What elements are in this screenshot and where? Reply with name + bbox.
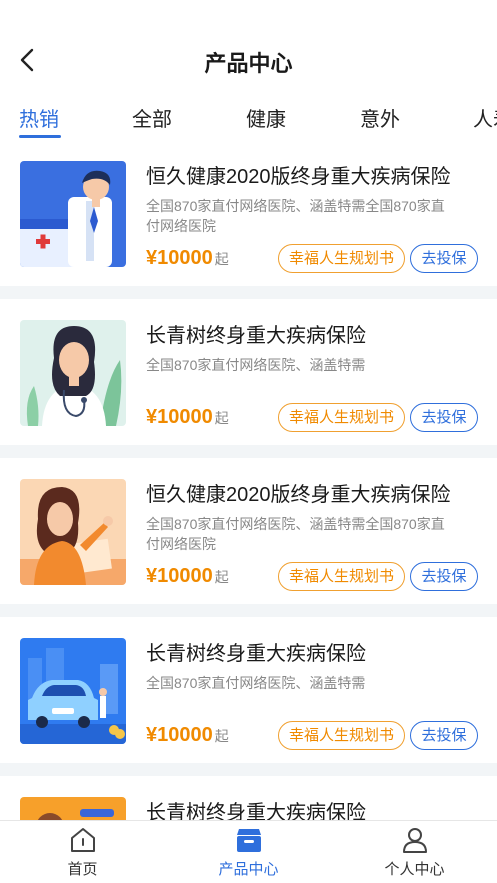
page-title: 产品中心 [204, 51, 293, 76]
buy-button[interactable]: 去投保 [410, 721, 478, 750]
tab-life[interactable]: 人寿 [473, 103, 497, 132]
tab-hot[interactable]: 热销 [19, 103, 59, 132]
price-suffix: 起 [214, 728, 229, 744]
header: 产品中心 [0, 0, 497, 95]
product-thumbnail [20, 479, 126, 585]
plan-book-button[interactable]: 幸福人生规划书 [278, 244, 405, 273]
product-box-icon [236, 829, 261, 852]
plan-book-button[interactable]: 幸福人生规划书 [278, 562, 405, 591]
buy-button[interactable]: 去投保 [410, 244, 478, 273]
price-value: ¥10000 [146, 247, 213, 269]
nav-products-label: 产品中心 [218, 861, 279, 878]
tab-accident[interactable]: 意外 [360, 103, 400, 132]
product-title: 恒久健康2020版终身重大疾病保险 [146, 166, 451, 188]
product-title: 恒久健康2020版终身重大疾病保险 [146, 484, 451, 506]
product-card[interactable]: 恒久健康2020版终身重大疾病保险 全国870家直付网络医院、涵盖特需全国870… [0, 140, 497, 286]
product-price: ¥10000 起 [146, 724, 229, 747]
product-thumbnail [20, 797, 126, 820]
tab-all[interactable]: 全部 [132, 103, 172, 132]
product-card[interactable]: 长青树终身重大疾病保险 [0, 776, 497, 820]
product-title: 长青树终身重大疾病保险 [146, 643, 366, 665]
price-value: ¥10000 [146, 565, 213, 587]
nav-products[interactable]: 产品中心 [166, 821, 331, 883]
product-desc: 全国870家直付网络医院、涵盖特需 [146, 357, 366, 373]
price-suffix: 起 [214, 569, 229, 585]
home-icon [70, 828, 95, 852]
product-thumbnail [20, 161, 126, 267]
product-price: ¥10000 起 [146, 406, 229, 429]
category-tabs: 热销 全部 健康 意外 人寿 [0, 98, 497, 138]
plan-book-button[interactable]: 幸福人生规划书 [278, 721, 405, 750]
product-price: ¥10000 起 [146, 565, 229, 588]
product-card[interactable]: 恒久健康2020版终身重大疾病保险 全国870家直付网络医院、涵盖特需全国870… [0, 458, 497, 604]
product-title: 长青树终身重大疾病保险 [146, 325, 366, 347]
nav-profile-label: 个人中心 [384, 861, 445, 878]
product-desc: 全国870家直付网络医院、涵盖特需全国870家直付网络医院 [146, 516, 445, 552]
product-price: ¥10000 起 [146, 247, 229, 270]
price-value: ¥10000 [146, 724, 213, 746]
product-desc: 全国870家直付网络医院、涵盖特需全国870家直付网络医院 [146, 198, 445, 234]
buy-button[interactable]: 去投保 [410, 562, 478, 591]
price-suffix: 起 [214, 410, 229, 426]
price-suffix: 起 [214, 251, 229, 267]
product-thumbnail [20, 638, 126, 744]
tab-health[interactable]: 健康 [246, 103, 286, 132]
product-title: 长青树终身重大疾病保险 [146, 802, 366, 820]
price-value: ¥10000 [146, 406, 213, 428]
user-icon [402, 828, 427, 853]
product-thumbnail [20, 320, 126, 426]
buy-button[interactable]: 去投保 [410, 403, 478, 432]
product-list[interactable]: 恒久健康2020版终身重大疾病保险 全国870家直付网络医院、涵盖特需全国870… [0, 140, 497, 820]
product-card[interactable]: 长青树终身重大疾病保险 全国870家直付网络医院、涵盖特需 ¥10000 起 幸福… [0, 299, 497, 445]
plan-book-button[interactable]: 幸福人生规划书 [278, 403, 405, 432]
nav-home-label: 首页 [67, 861, 98, 878]
product-card[interactable]: 长青树终身重大疾病保险 全国870家直付网络医院、涵盖特需 ¥10000 起 幸福… [0, 617, 497, 763]
product-desc: 全国870家直付网络医院、涵盖特需 [146, 675, 366, 691]
bottom-nav: 首页 产品中心 个人中心 [0, 820, 497, 883]
nav-home[interactable]: 首页 [0, 821, 165, 883]
tab-active-indicator [19, 135, 61, 138]
nav-profile[interactable]: 个人中心 [332, 821, 497, 883]
